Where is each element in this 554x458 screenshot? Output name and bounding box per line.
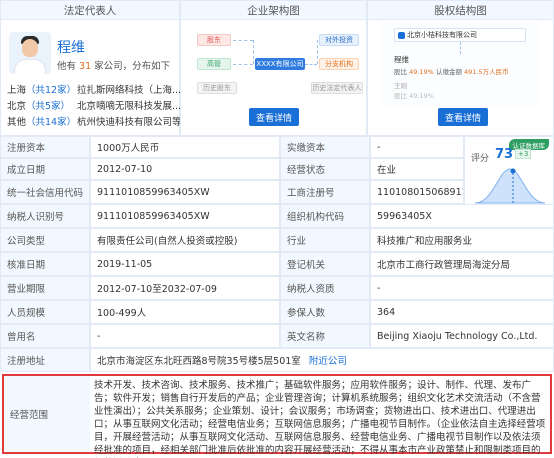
score-card[interactable]: 认证数据库 评分 73 +3 — [464, 136, 554, 210]
nearby-companies-link[interactable]: 附近公司 — [309, 353, 347, 367]
value-paid-capital: - — [370, 136, 464, 158]
equity-holder-detail: 股比 49.19% 认缴金额 491.5万人民币 — [394, 68, 509, 76]
company-icon — [398, 32, 405, 39]
region-company[interactable]: 杭州快迪科技有限公司等 — [77, 114, 182, 128]
score-change: +3 — [515, 149, 532, 159]
value-address: 北京市海淀区东北旺西路8号院35号楼5层501室 附近公司 — [90, 348, 554, 372]
value-registered-capital: 1000万人民币 — [90, 136, 280, 158]
value-business-term: 2012-07-10至2032-07-09 — [90, 276, 280, 300]
value-company-type: 有限责任公司(自然人投资或控股) — [90, 228, 280, 252]
value-tax-id[interactable]: 9111010859963405XW — [90, 204, 280, 228]
business-scope-highlight: 经营范围 技术开发、技术咨询、技术服务、技术推广；基础软件服务；应用软件服务；设… — [2, 374, 552, 456]
equity-company-box: 北京小桔科技有限公司 — [394, 28, 526, 42]
value-approval-date: 2019-11-05 — [90, 252, 280, 276]
label-english-name: 英文名称 — [280, 324, 370, 348]
value-english-name: Beijing Xiaoju Technology Co.,Ltd. — [370, 324, 554, 348]
label-business-scope: 经营范围 — [4, 376, 90, 452]
label-company-type: 公司类型 — [0, 228, 90, 252]
node-history-legal: 历史法定代表人 — [311, 82, 363, 94]
equity-card: 北京小桔科技有限公司 程维 股比 49.19% 认缴金额 491.5万人民币 王… — [380, 22, 540, 106]
label-taxpayer-qualification: 纳税人资质 — [280, 276, 370, 300]
org-chart-detail-button[interactable]: 查看详情 — [249, 108, 299, 126]
legal-rep-name[interactable]: 程维 — [57, 37, 85, 57]
label-credit-code: 统一社会信用代码 — [0, 180, 90, 204]
node-executive: 高管 — [197, 58, 231, 70]
label-registered-capital: 注册资本 — [0, 136, 90, 158]
label-paid-capital: 实缴资本 — [280, 136, 370, 158]
label-business-status: 经营状态 — [280, 158, 370, 180]
region-row[interactable]: 北京（共5家） 北京嘀嘀无限科技发展...等 — [7, 98, 191, 112]
score-value: 73 — [495, 147, 514, 162]
avatar[interactable] — [9, 32, 51, 74]
label-tax-id: 纳税人识别号 — [0, 204, 90, 228]
label-business-term: 营业期限 — [0, 276, 90, 300]
equity-chart-detail-button[interactable]: 查看详情 — [438, 108, 488, 126]
label-industry: 行业 — [280, 228, 370, 252]
legal-rep-summary: 他有 31 家公司，分布如下 — [57, 61, 171, 72]
label-staff-size: 人员规模 — [0, 300, 90, 324]
label-registration-authority: 登记机关 — [280, 252, 370, 276]
value-credit-code[interactable]: 9111010859963405XW — [90, 180, 280, 204]
org-chart-header: 企业架构图 — [180, 0, 367, 20]
label-former-name: 曾用名 — [0, 324, 90, 348]
node-history-shareholder: 历史股东 — [197, 82, 237, 94]
legal-rep-header: 法定代表人 — [0, 0, 180, 20]
address-text: 北京市海淀区东北旺西路8号院35号楼5层501室 — [97, 356, 301, 367]
label-founded-date: 成立日期 — [0, 158, 90, 180]
node-branch: 分支机构 — [319, 58, 359, 70]
label-address: 注册地址 — [0, 348, 90, 372]
equity-chart-panel: 北京小桔科技有限公司 程维 股比 49.19% 认缴金额 491.5万人民币 王… — [367, 20, 554, 136]
region-row[interactable]: 上海（共12家） 拉扎斯网络科技（上海...等 — [7, 82, 191, 96]
equity-chart-header: 股权结构图 — [367, 0, 554, 20]
label-insured-count: 参保人数 — [280, 300, 370, 324]
region-company[interactable]: 北京嘀嘀无限科技发展...等 — [77, 98, 191, 112]
equity-other-detail: 股比 49.19% — [394, 92, 434, 100]
company-count: 31 — [79, 61, 92, 72]
value-taxpayer-qualification: - — [370, 276, 554, 300]
label-org-code: 组织机构代码 — [280, 204, 370, 228]
value-staff-size: 100-499人 — [90, 300, 280, 324]
value-registration-authority: 北京市工商行政管理局海淀分局 — [370, 252, 554, 276]
node-foreign-invest: 对外投资 — [319, 34, 359, 46]
value-business-status: 在业 — [370, 158, 464, 180]
value-founded-date: 2012-07-10 — [90, 158, 280, 180]
label-approval-date: 核准日期 — [0, 252, 90, 276]
score-label: 评分 — [471, 154, 490, 164]
value-reg-number[interactable]: 110108015068911 — [370, 180, 464, 204]
top-summary: 法定代表人 企业架构图 股权结构图 程维 他有 31 家公司，分布如下 上海（共… — [0, 0, 554, 136]
node-center-company: XXXX有限公司 — [255, 58, 305, 70]
value-business-scope: 技术开发、技术咨询、技术服务、技术推广；基础软件服务；应用软件服务；设计、制作、… — [94, 380, 546, 456]
value-insured-count: 364 — [370, 300, 554, 324]
node-shareholder: 股东 — [197, 34, 231, 46]
equity-other-holder[interactable]: 王刚 — [394, 80, 407, 90]
region-company[interactable]: 拉扎斯网络科技（上海...等 — [77, 82, 191, 96]
region-row[interactable]: 其他（共14家） 杭州快迪科技有限公司等 — [7, 114, 182, 128]
score-distribution-icon — [474, 168, 546, 204]
value-org-code[interactable]: 59963405X — [370, 204, 554, 228]
label-reg-number: 工商注册号 — [280, 180, 370, 204]
value-industry: 科技推广和应用服务业 — [370, 228, 554, 252]
equity-holder[interactable]: 程维 — [394, 54, 409, 65]
value-former-name: - — [90, 324, 280, 348]
legal-rep-panel: 程维 他有 31 家公司，分布如下 上海（共12家） 拉扎斯网络科技（上海...… — [0, 20, 191, 136]
org-chart-panel: 股东 高管 历史股东 XXXX有限公司 对外投资 分支机构 历史法定代表人 查看… — [180, 20, 367, 136]
